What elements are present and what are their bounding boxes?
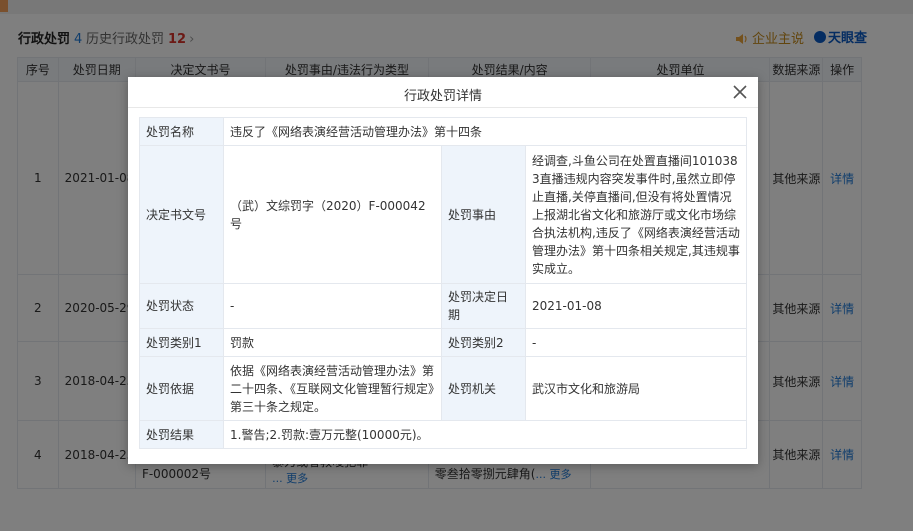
penalty-name-value: 违反了《网络表演经营活动管理办法》第十四条 [222, 117, 748, 146]
category2-value: - [524, 328, 748, 357]
penalty-detail-dialog: 行政处罚详情 处罚名称 违反了《网络表演经营活动管理办法》第十四条 决定书文号 … [128, 77, 758, 464]
detail-row: 处罚名称 违反了《网络表演经营活动管理办法》第十四条 [139, 117, 748, 146]
doc-no-value: （武）文综罚字（2020）F-000042号 [223, 145, 442, 284]
close-icon[interactable] [732, 84, 748, 100]
penalty-name-label: 处罚名称 [139, 117, 224, 146]
doc-no-label: 决定书文号 [139, 145, 224, 284]
authority-value: 武汉市文化和旅游局 [524, 356, 748, 421]
dialog-title: 行政处罚详情 [403, 89, 482, 104]
detail-table: 处罚名称 违反了《网络表演经营活动管理办法》第十四条 决定书文号 （武）文综罚字… [139, 117, 748, 449]
detail-row: 处罚结果 1.警告;2.罚款:壹万元整(10000元)。 [139, 420, 748, 449]
basis-value: 依据《网络表演经营活动管理办法》第二十四条、《互联网文化管理暂行规定》第三十条之… [223, 356, 442, 421]
dialog-header: 行政处罚详情 [128, 77, 758, 108]
reason-value: 经调查,斗鱼公司在处置直播间1010383直播违规内容突发事件时,虽然立即停止直… [524, 145, 748, 284]
detail-row: 处罚类别1 罚款 处罚类别2 - [139, 328, 748, 357]
detail-row: 处罚状态 - 处罚决定日期 2021-01-08 [139, 283, 748, 329]
reason-label: 处罚事由 [441, 145, 526, 284]
result-value: 1.警告;2.罚款:壹万元整(10000元)。 [222, 420, 748, 449]
status-label: 处罚状态 [139, 283, 224, 329]
category1-label: 处罚类别1 [139, 328, 224, 357]
status-value: - [223, 283, 442, 329]
decision-date-value: 2021-01-08 [524, 283, 748, 329]
result-label: 处罚结果 [139, 420, 224, 449]
detail-row: 决定书文号 （武）文综罚字（2020）F-000042号 处罚事由 经调查,斗鱼… [139, 145, 748, 284]
basis-label: 处罚依据 [139, 356, 224, 421]
detail-row: 处罚依据 依据《网络表演经营活动管理办法》第二十四条、《互联网文化管理暂行规定》… [139, 356, 748, 421]
decision-date-label: 处罚决定日期 [441, 283, 526, 329]
authority-label: 处罚机关 [441, 356, 526, 421]
category2-label: 处罚类别2 [441, 328, 526, 357]
category1-value: 罚款 [223, 328, 442, 357]
